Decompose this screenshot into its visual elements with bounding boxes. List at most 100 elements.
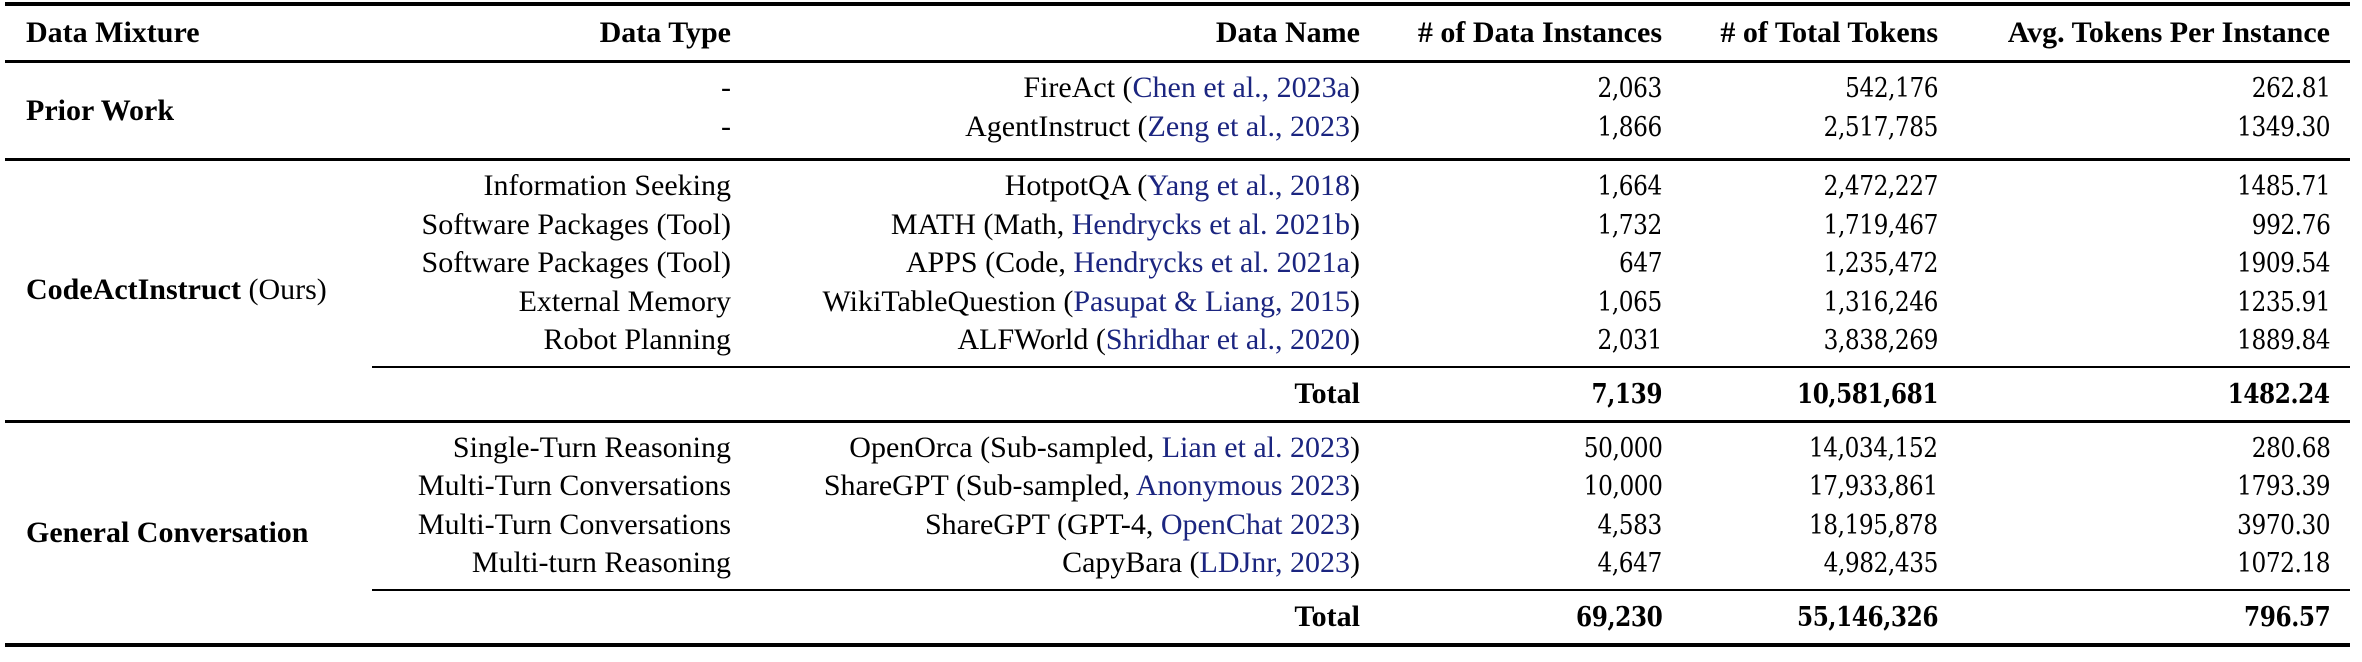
header-data-name: Data Name	[1215, 16, 1360, 49]
bottom-rule	[5, 642, 2350, 647]
avg-cell: 3970.30	[2222, 506, 2330, 546]
total-tokens: 55,146,326	[1796, 601, 1939, 633]
citation-link[interactable]: Anonymous 2023	[1136, 469, 1350, 502]
header-data-type: Data Type	[599, 16, 731, 49]
mixture-name: General Conversation	[26, 515, 309, 549]
instances-cell: 1,065	[1587, 283, 1663, 323]
total-instances-cell: 7,139	[1580, 368, 1662, 421]
instances-cell: 4,647	[1587, 544, 1663, 584]
table-row: External Memory WikiTableQuestion (Pasupa…	[5, 283, 2350, 322]
instances-value: 2,031	[1597, 325, 1663, 356]
dataset-name: HotpotQA	[1004, 169, 1130, 202]
data-type-cell: Software Packages (Tool)	[421, 207, 731, 241]
dataset-name: ShareGPT	[823, 469, 949, 502]
avg-cell: 262.81	[2239, 69, 2330, 109]
table-row: Multi-turn Reasoning CapyBara (LDJnr, 202…	[5, 544, 2350, 583]
tokens-cell: 17,933,861	[1788, 467, 1938, 507]
data-type-cell: Multi-Turn Conversations	[417, 469, 731, 502]
section-general-conversation: Single-Turn Reasoning OpenOrca (Sub-sampl…	[5, 423, 2350, 643]
instances-value: 2,063	[1597, 73, 1663, 104]
total-avg: 1482.24	[2227, 378, 2330, 410]
avg-cell: 1235.91	[2222, 283, 2330, 323]
avg-value: 3970.30	[2236, 509, 2330, 541]
tokens-cell: 3,838,269	[1805, 321, 1939, 361]
total-avg: 796.57	[2243, 601, 2331, 633]
citation-link[interactable]: Lian et al. 2023	[1162, 431, 1350, 464]
data-name-cell: ShareGPT (Sub-sampled, Anonymous 2023)	[823, 469, 1360, 502]
tokens-value: 18,195,878	[1809, 509, 1938, 541]
table-row: Software Packages (Tool) APPS (Code, Hend…	[5, 244, 2350, 283]
header-row: Data Mixture Data Type Data Name # of Da…	[5, 6, 2350, 60]
tokens-value: 4,982,435	[1823, 548, 1939, 579]
avg-cell: 992.76	[2239, 206, 2330, 246]
table-row: Multi-Turn Conversations ShareGPT (Sub-sa…	[5, 467, 2350, 506]
avg-cell: 1485.71	[2222, 167, 2330, 207]
instances-cell: 1,866	[1587, 108, 1663, 148]
instances-value: 4,583	[1597, 509, 1663, 541]
tokens-cell: 1,719,467	[1805, 206, 1939, 246]
citation-link[interactable]: Chen et al., 2023a	[1133, 71, 1350, 104]
avg-value: 1889.84	[2236, 325, 2330, 356]
data-type-cell: Robot Planning	[543, 323, 731, 356]
instances-cell: 2,063	[1587, 69, 1663, 109]
dataset-name: WikiTableQuestion	[822, 284, 1056, 318]
citation-link[interactable]: Hendrycks et al. 2021b	[1072, 208, 1350, 241]
data-mixture-label: Prior Work	[26, 92, 174, 130]
citation-link[interactable]: Shridhar et al., 2020	[1106, 323, 1350, 356]
citation-link[interactable]: OpenChat 2023	[1161, 508, 1350, 541]
total-instances-cell: 69,230	[1562, 591, 1663, 644]
instances-value: 10,000	[1583, 471, 1662, 502]
tokens-cell: 2,517,785	[1805, 108, 1939, 148]
dataset-name: MATH	[890, 207, 976, 241]
data-type-cell: Multi-Turn Conversations	[417, 507, 731, 541]
tokens-value: 2,517,785	[1823, 111, 1939, 143]
header-data-mixture: Data Mixture	[26, 16, 200, 49]
avg-value: 280.68	[2251, 432, 2330, 464]
tokens-value: 2,472,227	[1823, 171, 1939, 202]
tokens-cell: 2,472,227	[1805, 167, 1939, 207]
citation-link[interactable]: Yang et al., 2018	[1147, 169, 1350, 202]
data-name-cell: ALFWorld (Shridhar et al., 2020)	[957, 323, 1360, 356]
tokens-cell: 4,982,435	[1805, 544, 1939, 584]
data-name-cell: WikiTableQuestion (Pasupat & Liang, 2015…	[822, 284, 1360, 318]
dataset-note: Sub-sampled,	[965, 469, 1136, 502]
dataset-name: ALFWorld	[957, 323, 1089, 356]
avg-cell: 1072.18	[2222, 544, 2330, 584]
total-instances: 7,139	[1591, 378, 1662, 410]
avg-cell: 1349.30	[2222, 108, 2330, 148]
instances-cell: 1,664	[1587, 167, 1663, 207]
tokens-cell: 1,316,246	[1805, 283, 1939, 323]
mixture-name: Prior Work	[26, 93, 175, 127]
data-mixture-label: General Conversation	[26, 514, 308, 552]
tokens-cell: 542,176	[1830, 69, 1938, 109]
data-type-cell: Single-Turn Reasoning	[452, 430, 731, 464]
dataset-name: AgentInstruct	[965, 109, 1131, 143]
citation-link[interactable]: LDJnr, 2023	[1200, 546, 1350, 579]
avg-value: 992.76	[2251, 209, 2330, 241]
data-name-cell: APPS (Code, Hendrycks et al. 2021a)	[905, 246, 1360, 279]
data-name-cell: FireAct (Chen et al., 2023a)	[1023, 71, 1360, 104]
avg-value: 1235.91	[2236, 286, 2330, 318]
total-label: Total	[1294, 599, 1360, 633]
header-num-instances: # of Data Instances	[1417, 16, 1662, 49]
table-body: - FireAct (Chen et al., 2023a) 2,063 542,17…	[5, 60, 2350, 647]
dataset-note: GPT-4,	[1066, 507, 1161, 541]
table-row: Robot Planning ALFWorld (Shridhar et al.,…	[5, 321, 2350, 360]
dataset-name: APPS	[905, 246, 978, 279]
citation-link[interactable]: Zeng et al., 2023	[1148, 110, 1350, 143]
instances-value: 1,065	[1597, 286, 1663, 318]
citation-link[interactable]: Hendrycks et al. 2021a	[1073, 246, 1350, 279]
dataset-name: ShareGPT	[924, 507, 1050, 541]
data-name-cell: CapyBara (LDJnr, 2023)	[1062, 546, 1360, 579]
total-avg-cell: 1482.24	[2211, 368, 2330, 421]
table-row: Software Packages (Tool) MATH (Math, Hend…	[5, 206, 2350, 245]
citation-link[interactable]: Pasupat & Liang, 2015	[1073, 285, 1350, 318]
avg-value: 1349.30	[2236, 111, 2330, 143]
data-type-cell: External Memory	[518, 284, 731, 318]
data-name-cell: MATH (Math, Hendrycks et al. 2021b)	[890, 207, 1360, 241]
tokens-cell: 14,034,152	[1788, 429, 1938, 469]
data-name-cell: OpenOrca (Sub-sampled, Lian et al. 2023)	[849, 430, 1360, 464]
instances-value: 1,732	[1597, 209, 1663, 241]
data-name-cell: HotpotQA (Yang et al., 2018)	[1004, 169, 1360, 202]
instances-value: 1,866	[1597, 111, 1663, 143]
